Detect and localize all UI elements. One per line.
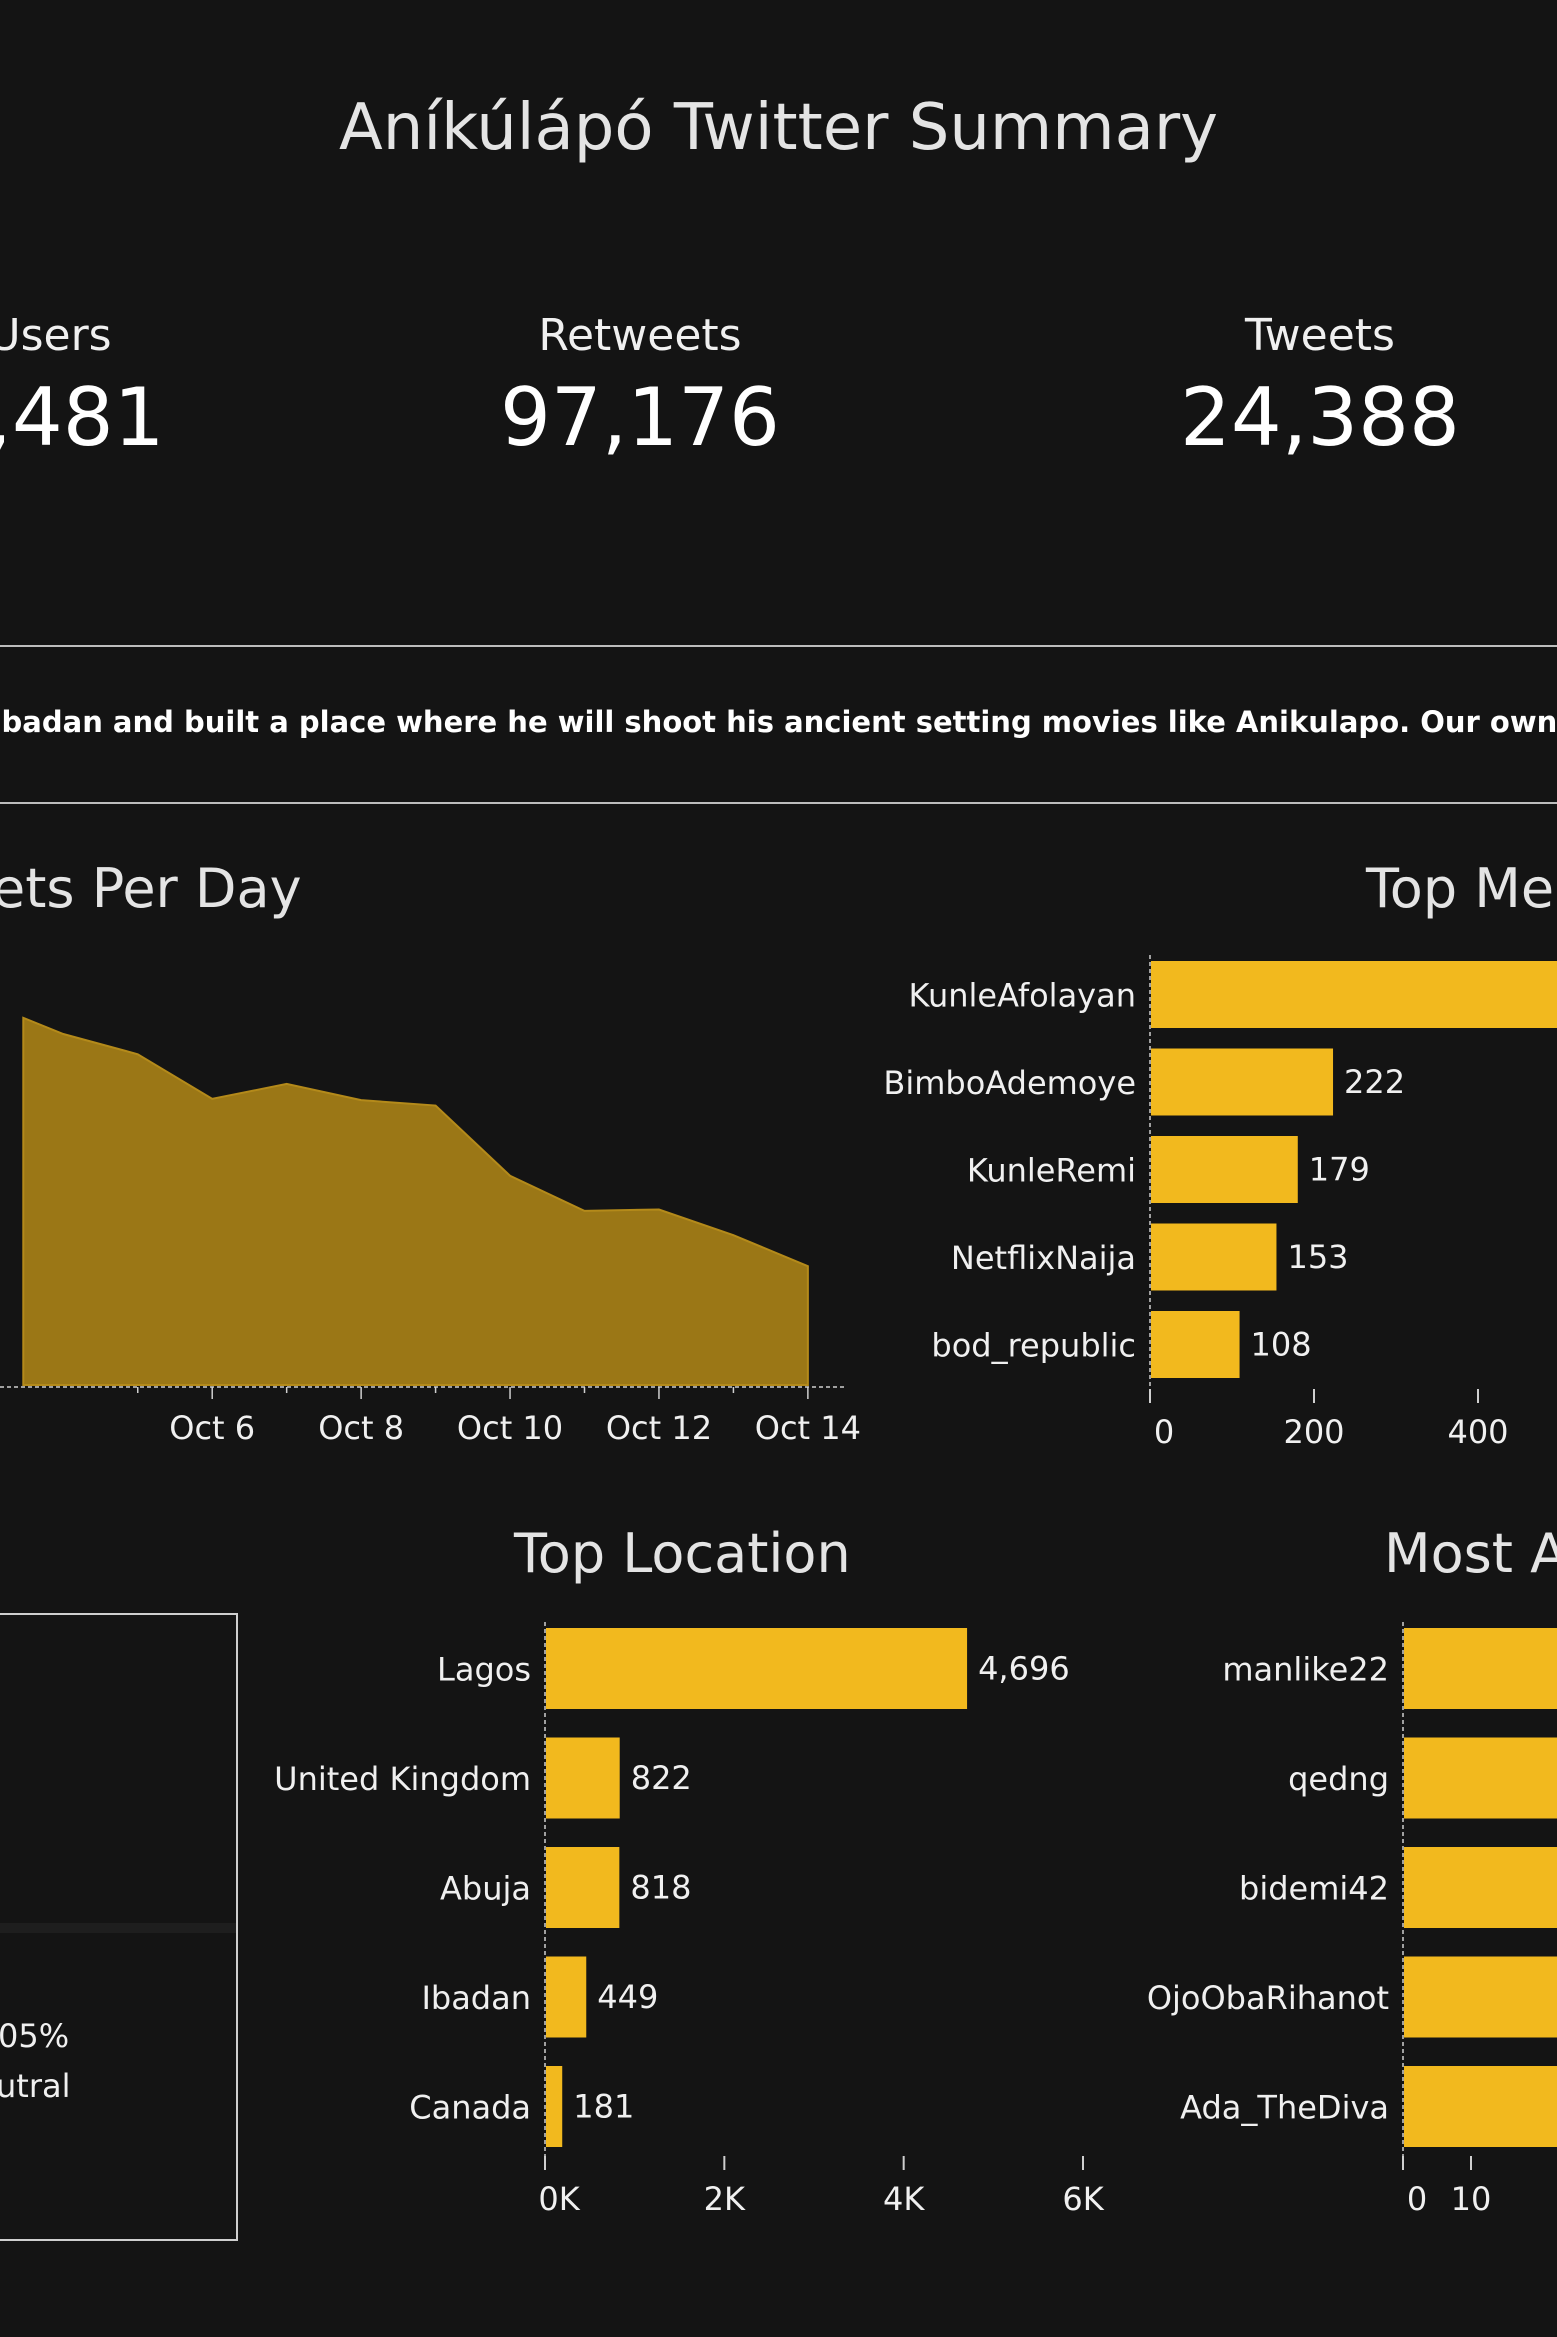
x-tick-label: Oct 6 [169, 1409, 255, 1447]
chart-title-tweets-per-day: ets Per Day [0, 857, 302, 920]
chart-title-top-mentions: Top Me [1366, 857, 1555, 920]
value-label: 449 [597, 1978, 658, 2016]
kpi-retweets-value: 97,176 [500, 371, 780, 464]
kpi-users: Users 7,481 [0, 314, 200, 458]
bar [1404, 1737, 1557, 1819]
tweets-per-day-chart: Oct 6 Oct 8 Oct 10 Oct 12 Oct 14 [0, 1016, 860, 1447]
chart-title-top-location: Top Location [514, 1522, 851, 1585]
category-label: KunleAfolayan [909, 977, 1136, 1015]
value-label: 822 [631, 1759, 692, 1797]
bar [1151, 1048, 1334, 1116]
bar [546, 1956, 587, 2038]
kpi-users-label: Users [0, 310, 112, 361]
value-label: 179 [1309, 1151, 1370, 1189]
chart-title-most-active: Most A [1384, 1522, 1557, 1585]
bar [1404, 2066, 1557, 2147]
category-label: Canada [409, 2089, 531, 2127]
category-label: Abuja [440, 1870, 531, 1908]
kpi-tweets-label: Tweets [1245, 310, 1395, 361]
sentiment-percent: 05% [0, 2017, 70, 2055]
dashboard-title: Aníkúlápó Twitter Summary [338, 91, 1219, 165]
bar [546, 2066, 563, 2147]
x-tick-label: 2K [704, 2180, 746, 2218]
bar [546, 1737, 620, 1819]
category-label: United Kingdom [274, 1760, 531, 1798]
category-label: KunleRemi [967, 1152, 1136, 1190]
bar [1151, 961, 1557, 1028]
x-tick-label: 6K [1062, 2180, 1104, 2218]
bar [1404, 1847, 1557, 1928]
category-label: OjoObaRihanot [1147, 1979, 1389, 2017]
category-label: bod_republic [931, 1327, 1136, 1365]
category-label: Ibadan [421, 1979, 531, 2017]
x-tick-label: 0 [1154, 1413, 1174, 1451]
category-label: Lagos [437, 1651, 531, 1689]
x-tick-label: 0K [538, 2180, 580, 2218]
sentiment-panel-divider [0, 1923, 236, 1933]
category-label: BimboAdemoye [883, 1064, 1136, 1102]
sentiment-label: utral [0, 2067, 71, 2105]
most-active-chart: manlike22 qedng bidemi42 OjoObaRihanot Ada_T… [1147, 1622, 1557, 2218]
bar [1404, 1956, 1557, 2038]
kpi-tweets: Tweets 24,388 [1170, 314, 1470, 458]
bar [1404, 1628, 1557, 1709]
divider-bottom [0, 802, 1557, 804]
bar [1151, 1223, 1277, 1291]
kpi-retweets-label: Retweets [538, 310, 742, 361]
value-label: 153 [1287, 1238, 1348, 1276]
x-tick-label: Oct 12 [606, 1409, 712, 1447]
bar [1151, 1136, 1298, 1203]
category-label: Ada_TheDiva [1180, 2089, 1389, 2127]
kpi-users-value: 7,481 [0, 371, 165, 464]
x-tick-label: 0 [1407, 2180, 1427, 2218]
tweets-area [22, 1016, 809, 1386]
kpi-retweets: Retweets 97,176 [490, 314, 790, 458]
category-label: NetflixNaija [951, 1239, 1136, 1277]
x-tick-label: Oct 14 [755, 1409, 860, 1447]
x-tick-label: 400 [1447, 1413, 1508, 1451]
kpi-tweets-value: 24,388 [1180, 371, 1460, 464]
value-label: 181 [573, 2088, 634, 2126]
top-mentions-chart: KunleAfolayan BimboAdemoye 222 KunleRemi 179… [883, 955, 1557, 1451]
x-tick-label: 4K [883, 2180, 925, 2218]
value-label: 818 [630, 1869, 691, 1907]
value-label: 108 [1251, 1326, 1312, 1364]
bar [546, 1628, 968, 1709]
x-tick-label: 10 [1451, 2180, 1492, 2218]
bar [546, 1847, 620, 1928]
top-location-chart: Lagos 4,696 United Kingdom 822 Abuja 818 Ibada… [274, 1622, 1105, 2218]
value-label: 4,696 [978, 1650, 1070, 1688]
divider-top [0, 645, 1557, 647]
x-tick-label: Oct 8 [318, 1409, 404, 1447]
x-tick-label: Oct 10 [457, 1409, 563, 1447]
category-label: qedng [1288, 1760, 1389, 1798]
bar [1151, 1311, 1240, 1378]
x-tick-label: 200 [1283, 1413, 1344, 1451]
value-label: 222 [1344, 1063, 1405, 1101]
category-label: manlike22 [1222, 1651, 1389, 1689]
category-label: bidemi42 [1239, 1870, 1389, 1908]
tweet-ticker: n Ibadan and built a place where he will… [0, 705, 1557, 739]
